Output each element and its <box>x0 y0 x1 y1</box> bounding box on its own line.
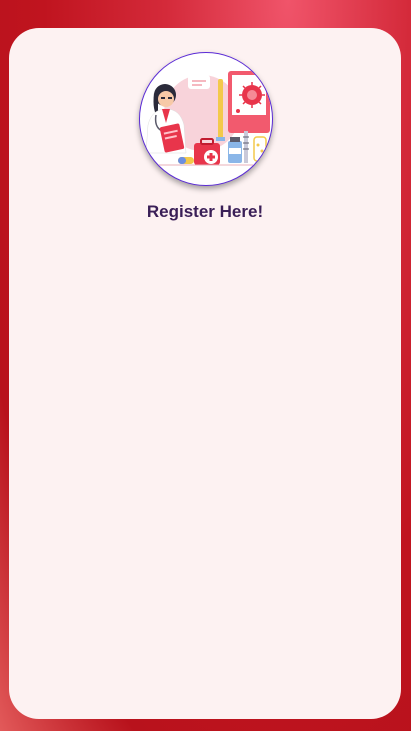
doctor-illustration-icon <box>139 52 273 186</box>
register-card: Register Here! <box>9 28 401 719</box>
page-title: Register Here! <box>146 202 264 221</box>
